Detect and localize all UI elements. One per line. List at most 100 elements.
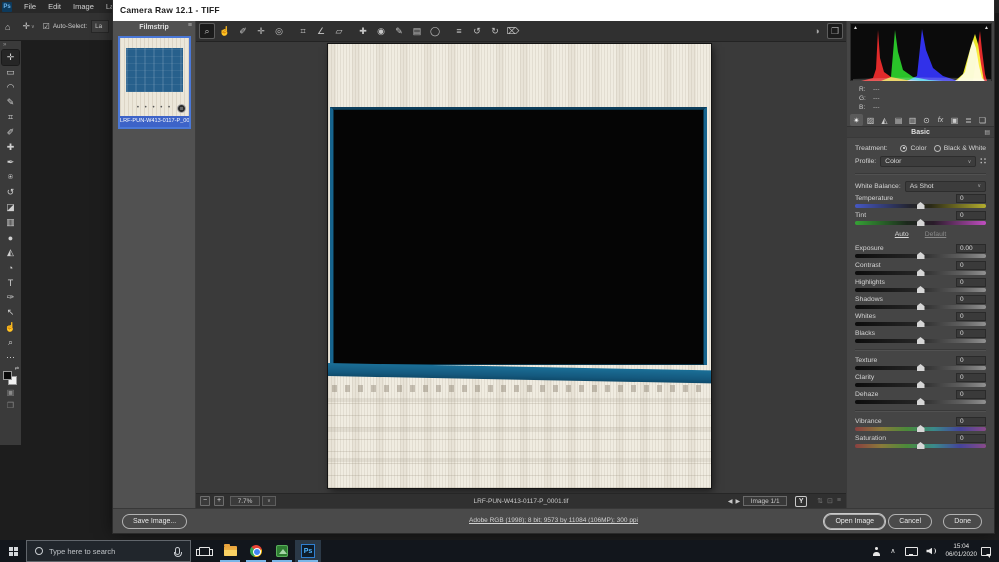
slider-value[interactable]: 0 — [956, 390, 986, 399]
file-explorer-button[interactable] — [217, 540, 243, 562]
panel-menu-icon[interactable]: ▤ — [984, 129, 990, 136]
slider-thumb[interactable] — [917, 442, 925, 449]
slider-value[interactable]: 0 — [956, 434, 986, 443]
transform-tool[interactable]: ▱ — [332, 24, 346, 38]
screenshot-app-button[interactable] — [269, 540, 295, 562]
zoom-in-button[interactable]: + — [214, 496, 224, 506]
tab-presets[interactable]: ≣ — [962, 114, 975, 126]
slider-track[interactable] — [855, 339, 986, 343]
menu-file[interactable]: File — [18, 0, 42, 13]
type-tool[interactable]: T — [2, 275, 19, 290]
quick-mask-icon[interactable]: ▣ — [2, 386, 19, 399]
slider-track[interactable] — [855, 305, 986, 309]
tray-overflow-button[interactable]: ∧ — [885, 540, 900, 562]
slider-value[interactable]: 0.00 — [956, 244, 986, 253]
home-icon[interactable]: ⌂ — [5, 22, 10, 32]
crop-tool[interactable]: ⌗ — [296, 24, 310, 38]
quick-selection-tool[interactable]: ✎ — [2, 95, 19, 110]
microphone-icon[interactable] — [175, 547, 180, 555]
zoom-compare-icon[interactable]: ⇅ — [817, 497, 823, 505]
lasso-tool[interactable]: ◠ — [2, 80, 19, 95]
taskbar-search[interactable]: Type here to search — [26, 540, 191, 562]
layer-select-dropdown[interactable]: La — [91, 20, 109, 33]
treatment-color-radio[interactable] — [900, 145, 907, 152]
slider-track[interactable] — [855, 366, 986, 370]
slider-track[interactable] — [855, 444, 986, 448]
slider-track[interactable] — [855, 288, 986, 292]
fullscreen-toggle-icon[interactable]: ❐ — [828, 24, 842, 38]
slider-thumb[interactable] — [917, 202, 925, 209]
slider-thumb[interactable] — [917, 320, 925, 327]
clone-stamp-tool[interactable]: ⍟ — [2, 170, 19, 185]
blur-tool[interactable]: ● — [2, 230, 19, 245]
radial-filter-tool[interactable]: ◯ — [428, 24, 442, 38]
auto-select-checkbox[interactable]: ☑ — [43, 22, 50, 31]
cancel-button[interactable]: Cancel — [888, 514, 932, 529]
tab-split-toning[interactable]: ▥ — [906, 114, 919, 126]
tab-detail[interactable]: ◭ — [878, 114, 891, 126]
preferences-button[interactable]: ≡ — [452, 24, 466, 38]
slider-track[interactable] — [855, 427, 986, 431]
shadow-clipping-icon[interactable]: ▲ — [853, 25, 858, 31]
view-menu-icon[interactable]: ≡ — [837, 497, 841, 505]
toolbar-collapse-icon[interactable]: » — [0, 41, 21, 50]
chrome-button[interactable] — [243, 540, 269, 562]
color-sampler-tool[interactable]: ✛ — [254, 24, 268, 38]
profile-select[interactable]: Color ∨ — [880, 156, 976, 167]
delete-button[interactable]: ⌦ — [506, 24, 520, 38]
white-balance-select[interactable]: As Shot ∨ — [905, 181, 986, 192]
adjustment-brush-tool[interactable]: ✎ — [392, 24, 406, 38]
done-button[interactable]: Done — [943, 514, 982, 529]
pen-tool[interactable]: ✑ — [2, 290, 19, 305]
clock[interactable]: 15:04 06/01/2020 — [941, 543, 981, 559]
slider-track[interactable] — [855, 271, 986, 275]
slider-track[interactable] — [855, 322, 986, 326]
slider-thumb[interactable] — [917, 286, 925, 293]
foreground-color-swatch[interactable] — [3, 371, 12, 380]
zoom-level-dropdown[interactable]: ∨ — [262, 496, 276, 506]
hand-tool[interactable]: ☝ — [218, 24, 232, 38]
zoom-tool[interactable]: ⌕ — [2, 335, 19, 350]
menu-image[interactable]: Image — [67, 0, 100, 13]
path-selection-tool[interactable]: ↖ — [2, 305, 19, 320]
slider-track[interactable] — [855, 383, 986, 387]
default-link[interactable]: Default — [925, 231, 947, 238]
tab-lens-corrections[interactable]: ⊙ — [920, 114, 933, 126]
crop-tool[interactable]: ⌗ — [2, 110, 19, 125]
red-eye-tool[interactable]: ◉ — [374, 24, 388, 38]
chevron-down-icon[interactable]: ∨ — [31, 24, 35, 30]
eyedropper-tool[interactable]: ✐ — [2, 125, 19, 140]
slider-thumb[interactable] — [917, 364, 925, 371]
dodge-tool[interactable]: ◔ — [2, 260, 19, 275]
network-button[interactable] — [900, 540, 921, 562]
hand-tool[interactable]: ☝ — [2, 320, 19, 335]
straighten-tool[interactable]: ∠ — [314, 24, 328, 38]
history-brush-tool[interactable]: ↺ — [2, 185, 19, 200]
tab-effects[interactable]: fx — [934, 114, 947, 126]
slider-value[interactable]: 0 — [956, 312, 986, 321]
rotate-left-button[interactable]: ↺ — [470, 24, 484, 38]
marquee-tool[interactable]: ▭ — [2, 65, 19, 80]
slider-thumb[interactable] — [917, 269, 925, 276]
slider-value[interactable]: 0 — [956, 278, 986, 287]
tab-tone-curve[interactable]: ▨ — [864, 114, 877, 126]
slider-value[interactable]: 0 — [956, 261, 986, 270]
rotate-right-button[interactable]: ↻ — [488, 24, 502, 38]
spot-removal-tool[interactable]: ✚ — [356, 24, 370, 38]
slider-thumb[interactable] — [917, 303, 925, 310]
start-button[interactable] — [0, 540, 26, 562]
previous-image-button[interactable]: ◀ — [728, 498, 733, 505]
move-tool[interactable]: ✛ — [2, 50, 19, 65]
slider-value[interactable]: 0 — [956, 417, 986, 426]
slider-thumb[interactable] — [917, 252, 925, 259]
slider-value[interactable]: 0 — [956, 373, 986, 382]
profile-browser-icon[interactable]: ∷ — [980, 156, 986, 167]
slider-track[interactable] — [855, 400, 986, 404]
before-after-toggle[interactable]: Y — [795, 496, 807, 507]
slider-thumb[interactable] — [917, 381, 925, 388]
slider-thumb[interactable] — [917, 398, 925, 405]
treatment-bw-radio[interactable] — [934, 145, 941, 152]
slider-thumb[interactable] — [917, 337, 925, 344]
split-view-icon[interactable]: ⊡ — [827, 497, 833, 505]
edit-toolbar[interactable]: ⋯ — [2, 350, 19, 365]
